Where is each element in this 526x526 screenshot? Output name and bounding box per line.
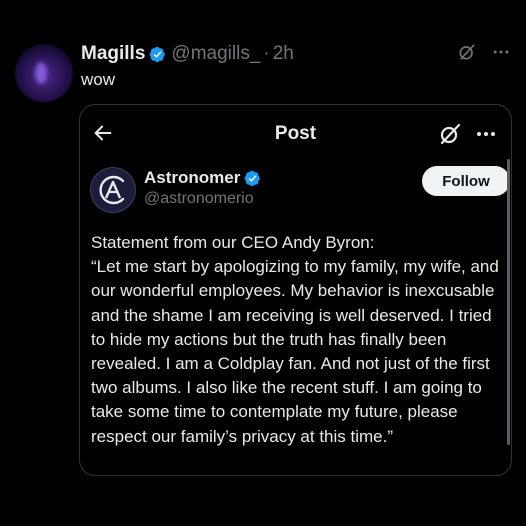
reply-author-name[interactable]: Magills [81,43,145,65]
card-header-actions [438,122,498,146]
verified-badge-icon [150,46,166,62]
timestamp[interactable]: 2h [273,43,294,65]
post-body-line: “Let me start by apologizing to my famil… [91,257,499,446]
tweet-reply: Magills @magills_ · 2h wow Post Astronom… [0,0,526,526]
follow-button[interactable]: Follow [422,166,510,196]
post-body: Statement from our CEO Andy Byron: “Let … [91,231,505,449]
more-icon[interactable] [491,42,511,62]
reply-header: Magills @magills_ · 2h [81,41,294,67]
separator-dot: · [263,43,270,64]
astronomer-logo-icon [99,175,125,205]
card-header: Post [80,105,511,159]
astronomer-logo-avatar[interactable] [90,167,136,213]
quoted-author-name-text: Astronomer [144,168,241,187]
avatar-glow [35,62,47,84]
reply-text: wow [81,70,116,89]
reply-author-handle[interactable]: @magills_ [171,43,260,65]
quoted-author-handle[interactable]: @astronomerio [144,190,254,208]
avatar[interactable] [15,44,73,102]
post-body-line: Statement from our CEO Andy Byron: [91,233,375,252]
verified-badge-icon [244,170,261,186]
scrollbar[interactable] [507,159,510,445]
more-icon[interactable] [474,122,498,146]
quoted-post-card[interactable]: Post Astronomer @astronomerio Follow Sta… [79,104,512,476]
reply-actions [457,42,511,62]
grok-icon[interactable] [438,122,462,146]
grok-icon[interactable] [457,42,477,62]
quoted-author-name[interactable]: Astronomer [144,168,266,188]
